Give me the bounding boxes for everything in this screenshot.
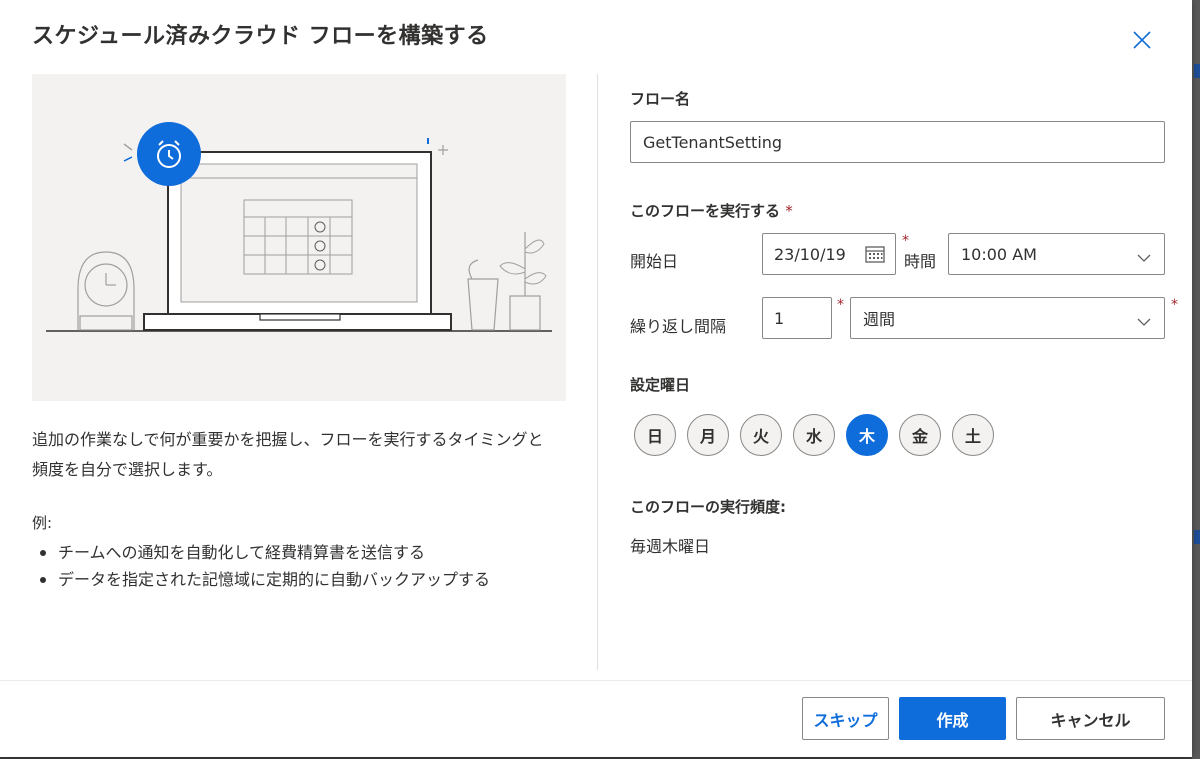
list-item: データを指定された記憶域に定期的に自動バックアップする [32, 566, 566, 593]
start-date-value: 23/10/19 [774, 244, 846, 264]
required-mark: * [1171, 297, 1178, 313]
backdrop [1192, 0, 1200, 759]
flow-name-label: フロー名 [630, 90, 691, 108]
examples-label: 例: [32, 514, 53, 532]
flow-name-input[interactable]: GetTenantSetting [630, 121, 1165, 163]
weekday-tue[interactable]: 火 [740, 414, 782, 456]
repeat-unit-value: 週間 [863, 310, 896, 329]
left-column: 追加の作業なしで何が重要かを把握し、フローを実行するタイミングと頻度を自分で選択… [32, 74, 566, 593]
calendar-icon[interactable] [865, 245, 885, 267]
repeat-interval-input[interactable]: 1 [762, 297, 832, 339]
required-mark: * [837, 297, 844, 313]
weekday-label: 設定曜日 [630, 376, 691, 394]
examples-list: チームへの通知を自動化して経費精算書を送信する データを指定された記憶域に定期的… [32, 539, 566, 593]
weekday-selector: 日 月 火 水 木 金 土 [634, 414, 1005, 456]
start-date-picker[interactable]: 23/10/19 [762, 233, 896, 275]
time-dropdown[interactable]: 10:00 AM [948, 233, 1165, 275]
create-flow-dialog: スケジュール済みクラウド フローを構築する 追加の作業なしで何が重要かを把握し、… [0, 0, 1192, 757]
time-value: 10:00 AM [961, 244, 1037, 264]
weekday-sun[interactable]: 日 [634, 414, 676, 456]
required-mark: * [902, 233, 909, 249]
run-flow-label-text: このフローを実行する [630, 202, 781, 220]
weekday-fri[interactable]: 金 [899, 414, 941, 456]
start-date-label: 開始日 [630, 252, 679, 271]
close-button[interactable] [1128, 26, 1156, 54]
frequency-label: このフローの実行頻度: [630, 498, 786, 516]
repeat-unit-dropdown[interactable]: 週間 [850, 297, 1165, 339]
time-label: 時間 [904, 252, 937, 271]
repeat-interval-label: 繰り返し間隔 [630, 317, 727, 336]
weekday-sat[interactable]: 土 [952, 414, 994, 456]
cancel-button[interactable]: キャンセル [1016, 697, 1165, 740]
chevron-down-icon [1137, 248, 1151, 267]
chevron-down-icon [1137, 312, 1151, 331]
run-flow-label: このフローを実行する * [630, 200, 793, 221]
column-divider [597, 74, 598, 670]
create-button[interactable]: 作成 [899, 697, 1006, 740]
list-item: チームへの通知を自動化して経費精算書を送信する [32, 539, 566, 566]
schedule-illustration [32, 74, 566, 401]
weekday-thu[interactable]: 木 [846, 414, 888, 456]
weekday-mon[interactable]: 月 [687, 414, 729, 456]
frequency-value: 毎週木曜日 [630, 537, 711, 556]
close-icon [1133, 31, 1151, 49]
skip-button[interactable]: スキップ [802, 697, 889, 740]
footer-divider [0, 680, 1192, 681]
flow-description: 追加の作業なしで何が重要かを把握し、フローを実行するタイミングと頻度を自分で選択… [32, 430, 544, 479]
dialog-title: スケジュール済みクラウド フローを構築する [32, 24, 489, 49]
laptop-clock-illustration [46, 122, 552, 332]
required-mark: * [785, 202, 793, 220]
weekday-wed[interactable]: 水 [793, 414, 835, 456]
